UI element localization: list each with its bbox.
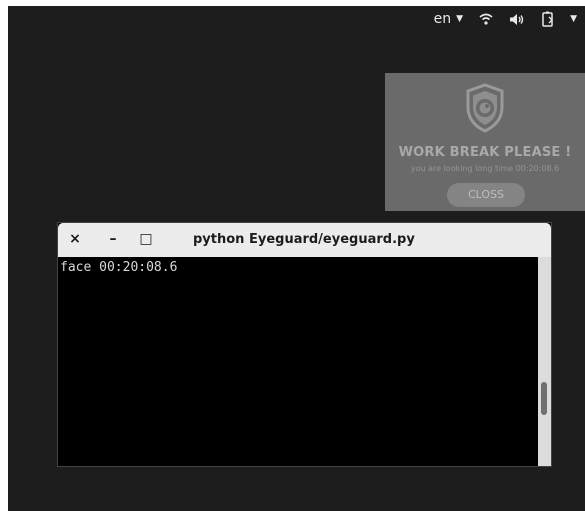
wifi-icon[interactable]	[479, 13, 493, 25]
volume-icon[interactable]	[509, 13, 525, 26]
maximize-icon[interactable]: □	[138, 231, 154, 247]
window-titlebar[interactable]: × – □ python Eyeguard/eyeguard.py	[58, 223, 551, 257]
minimize-icon[interactable]: –	[105, 231, 121, 247]
notification-message: you are looking long time 00:20:08.6	[410, 164, 560, 173]
chevron-down-icon: ▼	[456, 14, 464, 24]
close-icon[interactable]: ×	[67, 231, 83, 247]
scrollbar-thumb[interactable]	[541, 382, 547, 415]
desktop: en ▼ ▼ WORK BREAK PLEASE ! you are looki…	[8, 6, 585, 511]
notification-title: WORK BREAK PLEASE !	[398, 145, 572, 160]
language-indicator[interactable]: en ▼	[434, 11, 463, 27]
window-title: python Eyeguard/eyeguard.py	[193, 232, 415, 247]
scrollbar[interactable]	[538, 257, 551, 466]
terminal-line: face 00:20:08.6	[60, 260, 178, 275]
battery-icon[interactable]	[541, 11, 555, 27]
terminal-output[interactable]: face 00:20:08.6	[58, 257, 538, 466]
shield-eye-icon	[465, 83, 505, 137]
work-break-notification: WORK BREAK PLEASE ! you are looking long…	[385, 73, 585, 211]
close-button[interactable]: CLOSS	[447, 183, 525, 207]
system-menu-caret-icon[interactable]: ▼	[570, 14, 577, 24]
top-panel: en ▼ ▼	[434, 6, 585, 32]
language-label: en	[433, 11, 452, 27]
terminal-window: × – □ python Eyeguard/eyeguard.py face 0…	[57, 222, 552, 467]
